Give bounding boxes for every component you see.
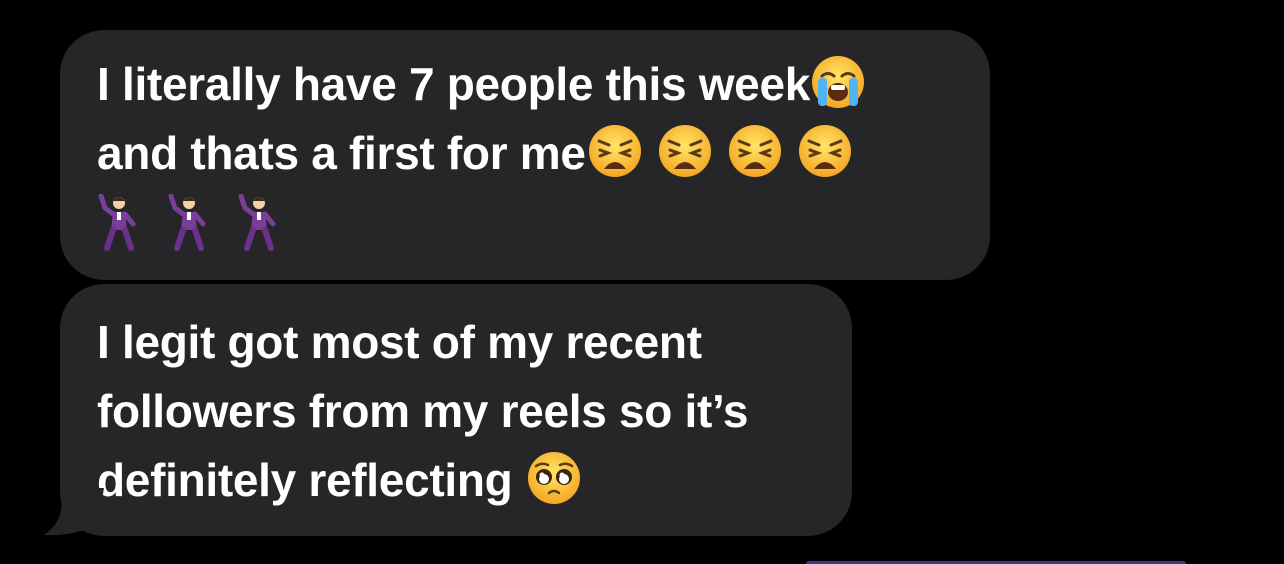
message-bubble-received[interactable]: I literally have 7 people this week and …: [60, 30, 990, 280]
man-dancing-icon: [97, 193, 141, 257]
pleading-face-icon: [525, 450, 583, 506]
bubble-tail: [44, 488, 104, 536]
weary-face-icon: [726, 123, 784, 179]
message-bubble-received[interactable]: I legit got most of my recent followers …: [60, 284, 852, 536]
message-text: and thats a first for me: [97, 127, 586, 179]
man-dancing-icon: [167, 193, 211, 257]
message-line: I legit got most of my recent: [97, 308, 816, 377]
weary-face-icon: [656, 123, 714, 179]
weary-face-icon: [586, 123, 644, 179]
message-text: definitely reflecting: [97, 454, 525, 506]
message-line: and thats a first for me: [97, 119, 954, 188]
message-text: I literally have 7 people this week: [97, 58, 811, 110]
message-line: definitely reflecting: [97, 446, 816, 515]
message-line: I literally have 7 people this week: [97, 50, 954, 119]
man-dancing-icon: [237, 193, 281, 257]
message-text: followers from my reels so it’s: [97, 385, 749, 437]
weary-face-icon: [796, 123, 854, 179]
loudly-crying-face-icon: [810, 54, 866, 110]
message-text: I legit got most of my recent: [97, 316, 702, 368]
message-line: [97, 188, 954, 258]
message-line: followers from my reels so it’s: [97, 377, 816, 446]
